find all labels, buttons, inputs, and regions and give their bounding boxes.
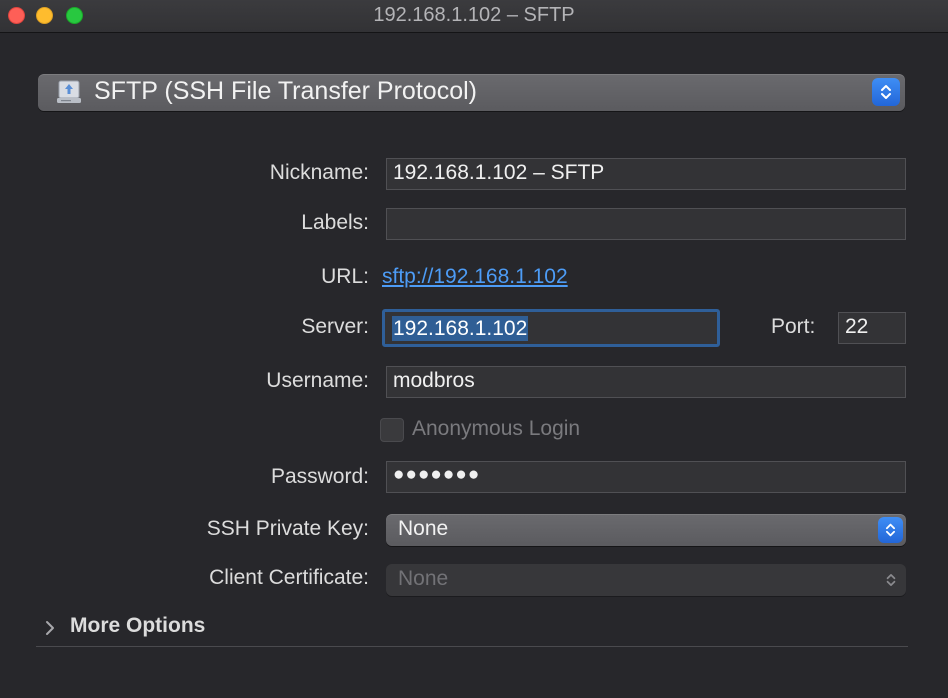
sftp-drive-icon	[56, 79, 82, 105]
username-field[interactable]: modbros	[386, 366, 906, 398]
username-label: Username:	[266, 369, 369, 392]
separator	[36, 646, 908, 647]
labels-label: Labels:	[301, 211, 369, 234]
title-bar[interactable]: 192.168.1.102 – SFTP	[0, 0, 948, 33]
ssh-private-key-label: SSH Private Key:	[206, 517, 369, 540]
server-field[interactable]: 192.168.1.102	[382, 309, 720, 347]
password-label: Password:	[270, 465, 369, 488]
chevron-right-icon[interactable]	[44, 619, 56, 642]
ssh-private-key-value: None	[398, 517, 449, 540]
client-certificate-popup[interactable]: None	[386, 564, 906, 596]
bookmark-window: 192.168.1.102 – SFTP SFTP (SSH File Tran…	[0, 0, 948, 698]
anonymous-login-checkbox[interactable]	[380, 418, 404, 442]
url-link[interactable]: sftp://192.168.1.102	[382, 265, 568, 289]
popup-arrows-icon	[878, 517, 903, 543]
port-field[interactable]: 22	[838, 312, 906, 344]
client-certificate-label: Client Certificate:	[209, 566, 369, 589]
password-field[interactable]: ●●●●●●●	[386, 461, 906, 493]
nickname-label: Nickname:	[269, 161, 369, 184]
nickname-field[interactable]: 192.168.1.102 – SFTP	[386, 158, 906, 190]
protocol-popup[interactable]: SFTP (SSH File Transfer Protocol)	[38, 74, 905, 111]
labels-field[interactable]	[386, 208, 906, 240]
server-value: 192.168.1.102	[392, 316, 529, 341]
port-label: Port:	[771, 315, 816, 338]
server-label: Server:	[301, 315, 369, 338]
more-options-toggle[interactable]: More Options	[70, 614, 205, 638]
client-certificate-value: None	[398, 567, 449, 590]
ssh-private-key-popup[interactable]: None	[386, 514, 906, 546]
popup-arrows-icon	[872, 78, 900, 106]
anonymous-login-label[interactable]: Anonymous Login	[412, 417, 580, 441]
protocol-label: SFTP (SSH File Transfer Protocol)	[94, 77, 477, 105]
window-title: 192.168.1.102 – SFTP	[373, 4, 575, 26]
popup-arrows-icon	[885, 571, 897, 594]
url-label: URL:	[321, 265, 369, 288]
